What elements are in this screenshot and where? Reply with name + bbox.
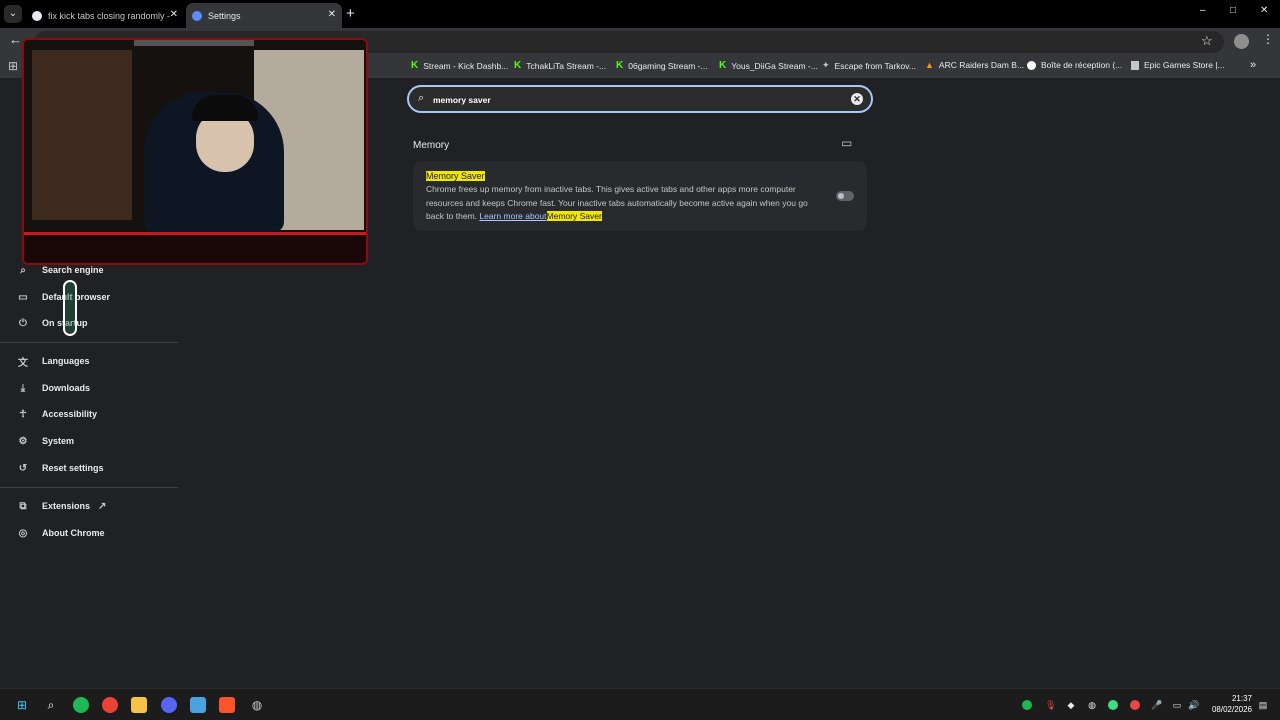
sidebar-item-downloads[interactable]: ⤓ Downloads: [16, 380, 90, 396]
webcam-overlay: [22, 38, 368, 265]
settings-search-field[interactable]: ⌕ memory saver ✕: [407, 85, 873, 113]
translate-icon: 文: [18, 357, 28, 369]
bookmark-item[interactable]: K TchakLiTa Stream -...: [514, 60, 606, 71]
maximize-button[interactable]: □: [1230, 5, 1236, 16]
search-icon: ⌕: [20, 264, 26, 276]
tab-title: fix kick tabs closing randomly -: [48, 10, 171, 21]
cursor-highlight: [63, 280, 77, 336]
tab-title: Settings: [208, 10, 241, 21]
memory-saver-toggle[interactable]: [836, 191, 854, 201]
kick-icon: K: [411, 60, 419, 71]
sidebar-item-reset-settings[interactable]: ↺ Reset settings: [16, 460, 104, 476]
bookmark-star-icon[interactable]: ☆: [1201, 33, 1213, 49]
spotify-icon[interactable]: [73, 697, 89, 713]
extensions-icon: ⧉: [19, 500, 27, 512]
title-bar: ⌄ fix kick tabs closing randomly - ✕ Set…: [0, 0, 1280, 28]
google-icon: [1027, 60, 1036, 70]
system-clock[interactable]: 21:37 08/02/2026: [1208, 693, 1252, 715]
chrome-icon: ◎: [18, 527, 28, 539]
steam-icon[interactable]: ◍: [249, 697, 265, 713]
mic-muted-icon[interactable]: 🎙: [1045, 700, 1056, 710]
bookmark-item[interactable]: Boîte de réception (...: [1027, 60, 1122, 70]
discord-icon[interactable]: [161, 697, 177, 713]
sidebar-divider: [0, 487, 178, 488]
record-tray-icon[interactable]: [1130, 700, 1140, 710]
close-tab-icon[interactable]: ✕: [328, 9, 336, 20]
memory-saver-title: Memory Saver: [426, 171, 485, 181]
sidebar-item-accessibility[interactable]: ☥ Accessibility: [16, 406, 97, 422]
download-icon: ⤓: [20, 382, 26, 394]
sidebar-item-system[interactable]: ⚙ System: [16, 433, 75, 449]
browser-icon: ▭: [18, 291, 28, 303]
tab-search-button[interactable]: ⌄: [4, 5, 22, 23]
arc-icon: ▲: [925, 60, 934, 70]
steam-tray-icon[interactable]: ◍: [1087, 700, 1097, 710]
memory-saver-card: Memory Saver Chrome frees up memory from…: [413, 161, 867, 231]
bookmark-item[interactable]: K Yous_DiiGa Stream -...: [719, 60, 818, 71]
volume-icon[interactable]: 🔊: [1188, 700, 1199, 710]
search-icon: ⌕: [418, 92, 425, 104]
notification-icon[interactable]: ▤: [1258, 700, 1268, 710]
bookmark-item[interactable]: K Stream - Kick Dashb...: [411, 60, 508, 71]
bookmark-item[interactable]: K 06gaming Stream -...: [616, 60, 708, 71]
close-tab-icon[interactable]: ✕: [170, 9, 178, 20]
new-tab-button[interactable]: +: [346, 5, 355, 22]
webcam-background-shelf: [32, 50, 132, 220]
microphone-icon[interactable]: 🎤: [1151, 700, 1162, 710]
bookmark-item[interactable]: Epic Games Store |...: [1131, 60, 1225, 70]
spotify-tray-icon[interactable]: [1022, 700, 1032, 710]
tab-settings[interactable]: Settings ✕: [186, 3, 342, 28]
photos-icon[interactable]: [190, 697, 206, 713]
bookmark-item[interactable]: ✦ Escape from Tarkov...: [822, 60, 916, 71]
section-title: Memory: [413, 140, 450, 151]
sidebar-item-extensions[interactable]: ⧉ Extensions ↗: [16, 498, 106, 514]
google-icon: [32, 10, 42, 21]
apps-icon[interactable]: ⊞: [8, 59, 18, 73]
sidebar-divider: [0, 342, 178, 343]
menu-icon[interactable]: ⋮: [1262, 32, 1274, 46]
power-icon: ⏻: [19, 317, 27, 329]
sidebar-item-languages[interactable]: 文 Languages: [16, 353, 90, 369]
accessibility-icon: ☥: [19, 408, 27, 420]
overlay-frame-top: [134, 40, 254, 46]
search-input[interactable]: memory saver: [433, 95, 491, 105]
toggle-knob: [838, 193, 844, 199]
taskbar: ⊞ ⌕ ◍ 🎙 ◆ ◍ 🎤 ▭ 🔊 21:37 08/02/2026 ▤: [0, 688, 1280, 720]
wrench-icon: ⚙: [18, 435, 28, 447]
overlay-frame-bottom: [24, 232, 366, 262]
minimize-button[interactable]: –: [1200, 5, 1206, 16]
clock-date: 08/02/2026: [1211, 705, 1252, 714]
page-icon: [1131, 60, 1139, 70]
webcam-cap: [192, 95, 258, 121]
learn-more-link[interactable]: Learn more about: [479, 211, 546, 221]
tarkov-icon: ✦: [822, 60, 830, 70]
network-icon[interactable]: ▭: [1172, 700, 1182, 710]
status-tray-icon[interactable]: [1108, 700, 1118, 710]
memory-saver-description: Chrome frees up memory from inactive tab…: [426, 184, 808, 221]
clear-search-icon[interactable]: ✕: [851, 93, 863, 105]
kick-icon: K: [514, 60, 522, 71]
learn-more-highlight[interactable]: Memory Saver: [546, 211, 602, 221]
start-icon[interactable]: ⊞: [14, 697, 30, 713]
search-icon[interactable]: ⌕: [43, 697, 59, 713]
gear-icon: [192, 10, 202, 21]
sidebar-item-about-chrome[interactable]: ◎ About Chrome: [16, 525, 105, 541]
profile-avatar[interactable]: [1234, 34, 1249, 49]
brave-icon[interactable]: [219, 697, 235, 713]
app-tray-icon[interactable]: ◆: [1066, 700, 1076, 710]
reset-icon: ↺: [18, 462, 28, 474]
back-button[interactable]: ←: [9, 32, 22, 47]
clock-time: 21:37: [1231, 694, 1252, 703]
tab-search-result[interactable]: fix kick tabs closing randomly - ✕: [26, 3, 184, 28]
bookmark-item[interactable]: ▲ ARC Raiders Dam B...: [925, 60, 1024, 70]
external-link-icon: ↗: [98, 500, 107, 512]
close-window-button[interactable]: ✕: [1260, 5, 1268, 16]
feedback-icon[interactable]: ▭: [841, 136, 852, 150]
folder-icon[interactable]: [131, 697, 147, 713]
chrome-icon[interactable]: [102, 697, 118, 713]
more-bookmarks-icon[interactable]: »: [1250, 59, 1256, 71]
kick-icon: K: [616, 60, 624, 71]
kick-icon: K: [719, 60, 727, 71]
